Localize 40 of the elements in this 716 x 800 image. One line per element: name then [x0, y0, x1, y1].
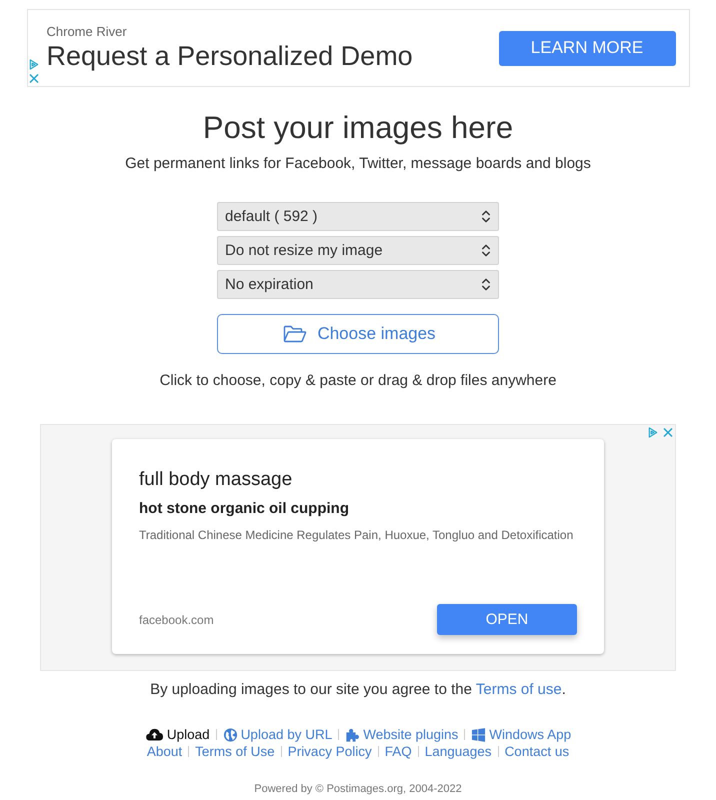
dropdown[interactable]: Do not resize my image — [217, 236, 499, 265]
chevron-updown-icon — [481, 244, 491, 257]
globe-icon — [222, 728, 238, 742]
footer-link[interactable]: FAQ — [384, 743, 412, 760]
footer-link[interactable]: Contact us — [504, 743, 570, 760]
footer-link[interactable]: About — [146, 743, 182, 760]
close-icon[interactable] — [663, 427, 673, 438]
terms-notice: By uploading images to our site you agree to the Terms of use. — [150, 681, 566, 699]
ad-description: Traditional Chinese Medicine Regulates Pain, Huoxue, Tongluo and Detoxification — [139, 527, 574, 543]
chevron-updown-icon — [481, 278, 491, 291]
footer-link[interactable]: Terms of Use — [195, 743, 275, 760]
dropdown[interactable]: default ( 592 ) — [217, 202, 499, 231]
play-triangle-icon[interactable] — [28, 59, 38, 70]
nav-link[interactable]: Website plugins — [345, 726, 458, 743]
close-icon[interactable] — [28, 73, 38, 84]
copyright-text: Powered by © Postimages.org, 2004-2022 — [254, 782, 462, 796]
cloud-upload-icon — [144, 728, 164, 741]
dropdown[interactable]: No expiration — [217, 270, 499, 299]
nav-link[interactable]: Upload — [144, 726, 210, 743]
ad-headline: full body massage — [139, 468, 292, 492]
puzzle-piece-icon — [345, 728, 360, 742]
ad-domain: facebook.com — [139, 612, 214, 626]
chevron-updown-icon — [481, 210, 491, 223]
choose-images-button[interactable]: Choose images — [217, 314, 499, 354]
nav-link[interactable]: Windows App — [471, 726, 572, 743]
windows-logo-icon — [471, 728, 486, 742]
page-title: Post your images here — [202, 109, 514, 147]
nav-link[interactable]: Upload by URL — [222, 726, 332, 743]
ad-subheadline: hot stone organic oil cupping — [139, 500, 349, 518]
advertiser-name: Chrome River — [46, 24, 128, 40]
learn-more-button[interactable]: LEARN MORE — [498, 30, 676, 66]
page-subtitle: Get permanent links for Facebook, Twitter, message boards and blogs — [125, 155, 591, 173]
upload-hint: Click to choose, copy & paste or drag & drop files anywhere — [160, 372, 556, 390]
footer-link[interactable]: Privacy Policy — [288, 743, 372, 760]
folder-icon — [283, 325, 308, 343]
ad-headline: Request a Personalized Demo — [46, 40, 413, 72]
play-triangle-icon[interactable] — [648, 427, 658, 438]
footer-link[interactable]: Languages — [424, 743, 492, 760]
open-button[interactable]: OPEN — [437, 604, 577, 635]
terms-link[interactable]: Terms of use — [476, 681, 562, 698]
